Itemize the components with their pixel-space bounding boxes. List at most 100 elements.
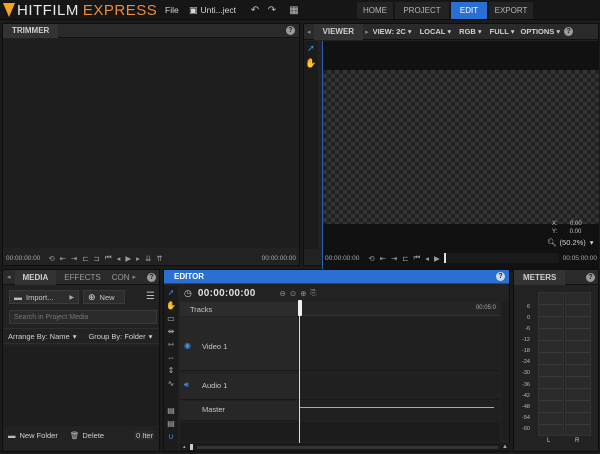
timeline-horizontal-scrollbar[interactable]: ▴ ▲ [180, 443, 510, 451]
editor-video-track-icon[interactable]: ▤ [167, 406, 175, 415]
viewer-scrubber[interactable] [443, 253, 559, 263]
viewer-mark-in-icon[interactable]: ⊏ [402, 254, 408, 263]
tab-home[interactable]: HOME [357, 2, 393, 19]
grid-menu-icon[interactable]: ▦ [288, 4, 300, 16]
media-search-input[interactable]: Search in Project Media [9, 310, 157, 324]
viewer-play-icon[interactable]: ▶ [434, 254, 440, 263]
add-marker-icon[interactable]: ⊙ [290, 289, 296, 298]
prev-frame-icon[interactable]: ⏮ [105, 253, 112, 263]
magnet-icon[interactable]: ∪ [168, 432, 174, 441]
new-folder-button[interactable]: ▬ New Folder [8, 431, 58, 440]
timeline-zoom-handle[interactable] [189, 444, 193, 450]
rgb-dropdown[interactable]: RGB ▾ [459, 27, 481, 36]
media-help-icon[interactable]: ? [147, 272, 156, 282]
editor-snap-icon[interactable]: ∿ [168, 379, 175, 388]
editor-audio-track-icon[interactable]: ▤ [167, 419, 175, 428]
viewer-help-icon[interactable]: ? [564, 27, 574, 36]
trimmer-help-icon[interactable]: ? [286, 26, 295, 35]
editor-timecode[interactable]: 00:00:00:00 [198, 288, 256, 299]
meter-scale-label: -30 [522, 370, 530, 377]
tab-media[interactable]: MEDIA [14, 269, 57, 285]
full-dropdown[interactable]: FULL ▾ [490, 27, 515, 36]
insert-icon[interactable]: ⇊ [145, 254, 151, 263]
eye-icon[interactable]: ◉ [184, 341, 191, 350]
items-count: 0 Iter [134, 430, 154, 440]
plus-icon: ⊕ [88, 291, 96, 302]
step-back-icon[interactable]: ◂ [117, 254, 121, 263]
file-menu[interactable]: File [165, 0, 179, 20]
zoom-out-small-icon[interactable]: ▴ [183, 444, 186, 450]
timeline-ruler[interactable]: 00:05:0 [299, 302, 500, 316]
view-dropdown[interactable]: VIEW: 2C ▾ [373, 27, 412, 36]
select-tool-icon[interactable]: ➚ [304, 43, 318, 54]
editor-ripple-tool-icon[interactable]: ⇔ [167, 353, 175, 362]
list-view-icon[interactable]: ☰ [146, 291, 155, 302]
redo-icon[interactable]: ↷ [266, 4, 278, 16]
media-list[interactable] [3, 346, 159, 426]
viewer-title: VIEWER [313, 23, 364, 40]
media-tabs-more-icon[interactable]: ▸ [133, 273, 137, 281]
overlay-icon[interactable]: ⇈ [156, 254, 162, 263]
speaker-icon[interactable]: 🔊︎ [184, 380, 189, 390]
viewer-menu-arrow-icon[interactable]: ▸ [365, 28, 369, 36]
timeline-playhead-handle[interactable] [298, 300, 302, 316]
editor-razor-tool-icon[interactable]: ▭ [167, 314, 175, 323]
viewer-playhead[interactable] [443, 253, 446, 263]
editor-slide-tool-icon[interactable]: ⇿ [168, 340, 175, 349]
editor-slip-tool-icon[interactable]: ⇹ [168, 327, 175, 336]
timeline-zoom-track[interactable] [196, 445, 499, 449]
tab-export[interactable]: EXPORT [489, 2, 533, 19]
options-dropdown[interactable]: OPTIONS ▾ [521, 27, 561, 36]
tab-controls[interactable]: CON [109, 273, 133, 282]
next-edit-icon[interactable]: ⊕ [300, 289, 306, 298]
project-name-menu[interactable]: ▣ Unti...ject [189, 0, 236, 20]
group-by-dropdown[interactable]: Group By: Folder ▾ [88, 332, 152, 341]
delete-button[interactable]: 🗑︎ Delete [70, 431, 104, 440]
audio-track-lane[interactable] [299, 374, 500, 400]
step-forward-icon[interactable]: ▸ [136, 254, 140, 263]
editor-help-icon[interactable]: ? [496, 272, 505, 281]
viewer-in-point-icon[interactable]: ⇤ [380, 254, 386, 263]
viewer-prev-frame-icon[interactable]: ⏮ [414, 253, 421, 263]
zoom-in-large-icon[interactable]: ▲ [502, 444, 508, 450]
video-track-header[interactable]: ◉ Video 1 [180, 317, 298, 371]
editor-select-tool-icon[interactable]: ➚ [168, 288, 175, 297]
project-name-label: Unti...ject [200, 5, 236, 15]
editor-hand-tool-icon[interactable]: ✋ [166, 301, 176, 310]
play-icon[interactable]: ▶ [125, 254, 131, 263]
timeline-vertical-scrollbar[interactable] [501, 302, 509, 440]
mark-in-icon[interactable]: ⊏ [82, 254, 88, 263]
media-collapse-icon[interactable]: ◂ [7, 273, 11, 281]
undo-icon[interactable]: ↶ [249, 4, 261, 16]
mark-out-icon[interactable]: ⊐ [94, 254, 100, 263]
trimmer-controls: 00:00:00:00 ⟲ ⇤ ⇥ ⊏ ⊐ ⏮ ◂ ▶ ▸ ⇊ ⇈ 00:00:… [3, 251, 299, 265]
hand-tool-icon[interactable]: ✋ [304, 58, 318, 69]
out-point-icon[interactable]: ⇥ [71, 254, 77, 263]
in-point-icon[interactable]: ⇤ [60, 254, 66, 263]
group-chevron-down-icon: ▾ [148, 331, 153, 341]
editor-timecode-row: ◷ 00:00:00:00 ⊖ ⊙ ⊕ ⎘ [180, 286, 510, 300]
viewer-header: ◂ VIEWER ▸ VIEW: 2C ▾ LOCAL ▾ RGB ▾ FULL ▾ O… [304, 23, 598, 40]
new-button[interactable]: ⊕ New [83, 290, 125, 304]
zoom-dropdown[interactable]: 🔍︎ (50.2%) ▾ [547, 238, 594, 247]
tracks-header: Tracks [180, 302, 298, 316]
prev-edit-icon[interactable]: ⊖ [280, 289, 286, 298]
tab-project[interactable]: PROJECT [395, 2, 449, 19]
arrange-by-dropdown[interactable]: Arrange By: Name ▾ [8, 332, 76, 341]
editor-roll-tool-icon[interactable]: ⇕ [168, 366, 175, 375]
loop-icon[interactable]: ⟲ [48, 254, 54, 263]
panel-collapse-icon[interactable]: ◂ [307, 28, 311, 36]
local-dropdown[interactable]: LOCAL ▾ [420, 27, 452, 36]
import-button[interactable]: ▬ Import... ▶ [9, 290, 79, 304]
tab-edit[interactable]: EDIT [451, 2, 487, 19]
viewer-step-back-icon[interactable]: ◂ [425, 254, 429, 263]
viewer-out-point-icon[interactable]: ⇥ [391, 254, 397, 263]
audio-track-header[interactable]: 🔊︎ Audio 1 [180, 374, 298, 400]
tab-edit-label: EDIT [459, 6, 479, 15]
editor-header: EDITOR ? [164, 270, 509, 284]
video-track-lane[interactable] [299, 317, 500, 371]
meters-help-icon[interactable]: ? [586, 272, 595, 282]
export-clip-icon[interactable]: ⎘ [311, 288, 317, 298]
viewer-loop-icon[interactable]: ⟲ [368, 254, 374, 263]
tab-effects[interactable]: EFFECTS [56, 273, 108, 282]
